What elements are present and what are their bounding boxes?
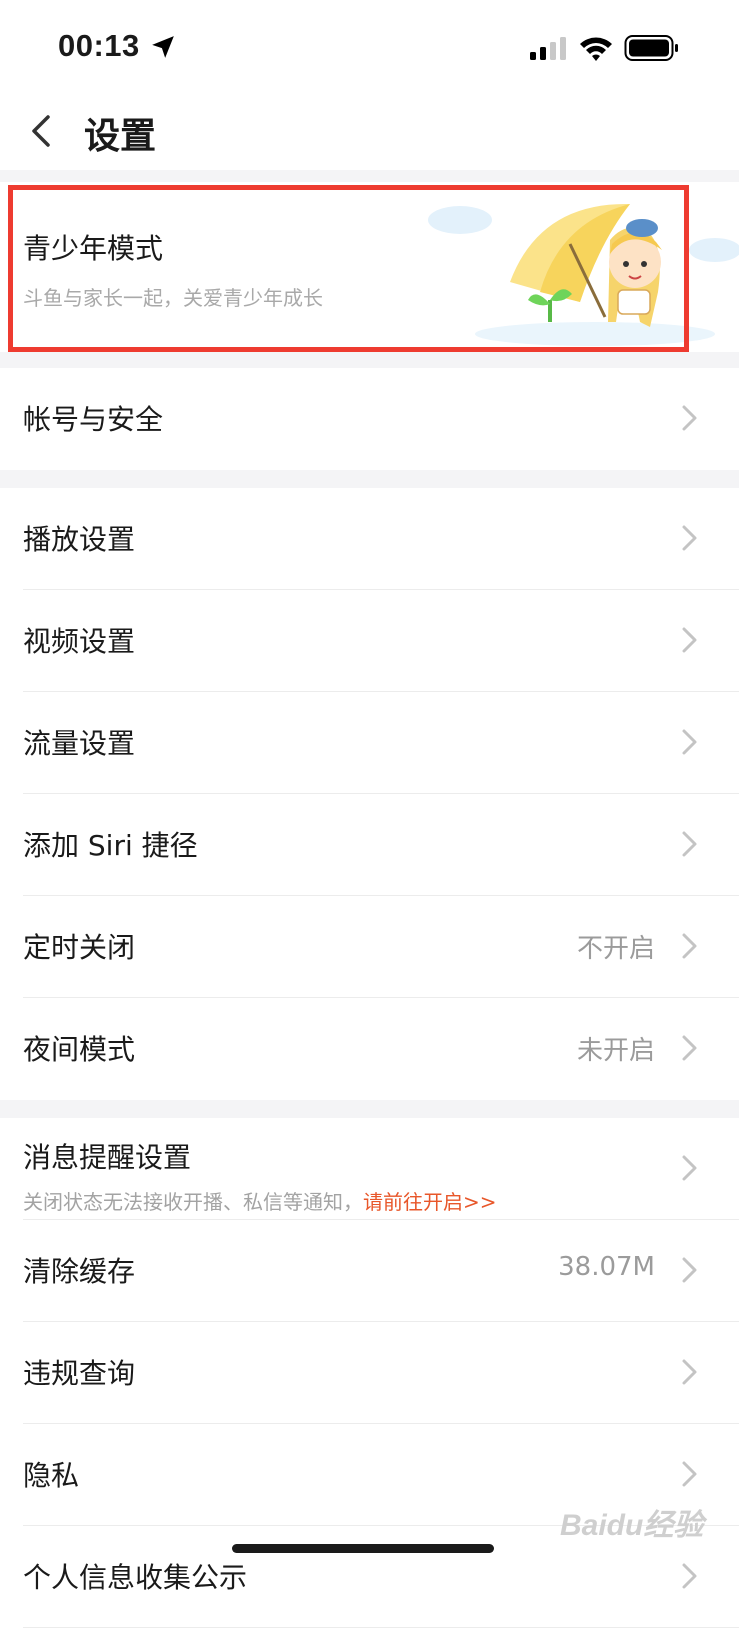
row-label: 播放设置 (23, 523, 136, 556)
message-reminder-subtext: 关闭状态无法接收开播、私信等通知，请前往开启>> (23, 1186, 497, 1215)
page-title: 设置 (84, 116, 157, 157)
back-chevron-icon[interactable] (28, 113, 56, 149)
settings-row[interactable]: 定时关闭 不开启 (0, 896, 739, 998)
chevron-right-icon (682, 933, 697, 959)
home-indicator (232, 1544, 494, 1553)
row-value: 38.07M (558, 1252, 655, 1282)
chevron-right-icon (682, 1035, 697, 1061)
message-reminder-row[interactable]: 消息提醒设置 关闭状态无法接收开播、私信等通知，请前往开启>> (0, 1118, 739, 1220)
location-arrow-icon (152, 36, 174, 58)
subtext: 关闭状态无法接收开播、私信等通知， (23, 1190, 363, 1214)
settings-row[interactable]: 清除缓存 38.07M (0, 1220, 739, 1322)
account-security-row[interactable]: 帐号与安全 (0, 368, 739, 470)
settings-row[interactable]: 视频设置 (0, 590, 739, 692)
chevron-right-icon (682, 1257, 697, 1283)
row-label: 隐私 (23, 1459, 80, 1492)
settings-row[interactable]: 流量设置 (0, 692, 739, 794)
chevron-right-icon (682, 1461, 697, 1487)
row-label: 消息提醒设置 (23, 1141, 192, 1174)
row-label: 夜间模式 (23, 1033, 136, 1066)
row-label: 添加 Siri 捷径 (23, 829, 198, 862)
enable-notifications-link[interactable]: 请前往开启>> (363, 1190, 497, 1214)
row-label: 违规查询 (23, 1357, 136, 1390)
chevron-right-icon (682, 1155, 697, 1181)
account-group: 帐号与安全 (0, 368, 739, 470)
chevron-right-icon (682, 729, 697, 755)
youth-mode-highlight-box (8, 185, 689, 352)
settings-row[interactable]: 添加 Siri 捷径 (0, 794, 739, 896)
settings-row[interactable]: 违规查询 (0, 1322, 739, 1424)
row-label: 视频设置 (23, 625, 136, 658)
status-time: 00:13 (58, 28, 140, 63)
watermark: Baidu经验 (560, 1509, 704, 1542)
row-label: 定时关闭 (23, 931, 136, 964)
row-label: 清除缓存 (23, 1255, 136, 1288)
settings-row[interactable]: 播放设置 (0, 488, 739, 590)
settings-row[interactable]: 夜间模式 未开启 (0, 998, 739, 1100)
row-label: 帐号与安全 (23, 403, 164, 436)
row-value: 不开启 (576, 934, 655, 964)
chevron-right-icon (682, 405, 697, 431)
chevron-right-icon (682, 525, 697, 551)
settings-group: 播放设置视频设置流量设置添加 Siri 捷径 定时关闭 不开启夜间模式 未开启 (0, 488, 739, 1100)
chevron-right-icon (682, 1359, 697, 1385)
chevron-right-icon (682, 627, 697, 653)
status-bar: 00:13 (0, 0, 739, 95)
cellular-signal-icon (530, 37, 566, 60)
battery-icon (624, 35, 678, 61)
chevron-right-icon (682, 1563, 697, 1589)
row-label: 流量设置 (23, 727, 136, 760)
row-value: 未开启 (576, 1036, 655, 1066)
nav-bar: 设置 (0, 95, 739, 170)
row-label: 个人信息收集公示 (23, 1561, 248, 1594)
chevron-right-icon (682, 831, 697, 857)
wifi-icon (580, 37, 612, 61)
